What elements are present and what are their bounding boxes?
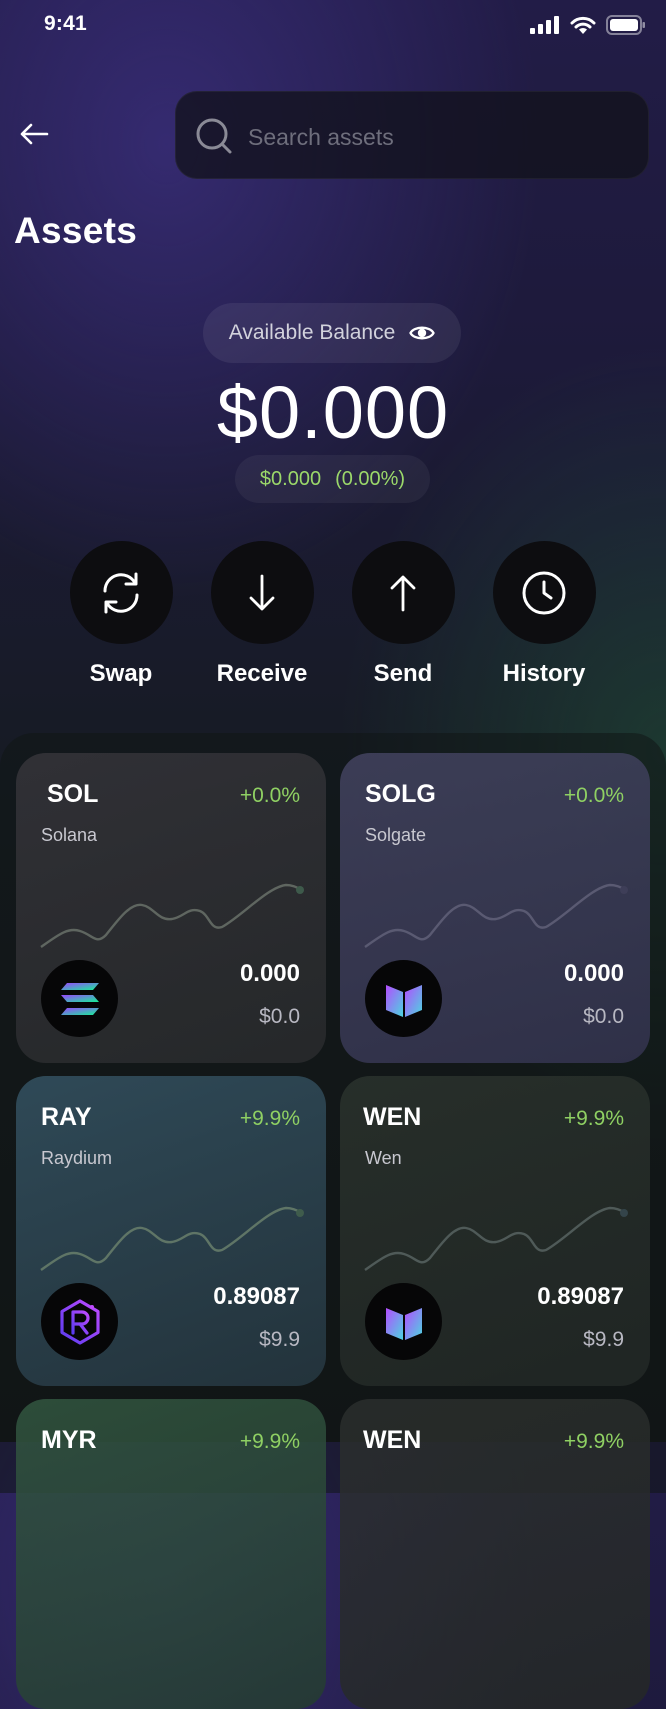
page-title: Assets <box>14 210 138 251</box>
asset-card-wen-2[interactable]: WEN +9.9% <box>340 1399 650 1709</box>
receive-circle[interactable] <box>210 541 314 644</box>
history-circle[interactable] <box>492 541 596 644</box>
asset-symbol: MYR <box>41 1426 97 1454</box>
asset-change: +0.0% <box>563 784 624 807</box>
search-input[interactable] <box>246 114 630 160</box>
asset-name: Solana <box>41 825 98 845</box>
asset-card-solg[interactable]: SOLG +0.0% Solgate 0.000 $0.0 <box>340 753 650 1063</box>
arrow-up-icon <box>390 575 416 611</box>
clock-icon <box>522 571 566 614</box>
solgate-logo-icon <box>365 960 442 1037</box>
asset-card-sol[interactable]: SOL +0.0% Solana 0.000 $0.0 <box>16 753 326 1063</box>
balance-label: Available Balance <box>228 321 396 344</box>
asset-card-myr[interactable]: MYR +9.9% <box>16 1399 326 1709</box>
asset-change: +0.0% <box>239 784 300 807</box>
balance-change-percent: (0.00%) <box>335 467 406 490</box>
send-label: Send <box>373 660 433 687</box>
asset-sparkline <box>364 1206 628 1271</box>
asset-amount: 0.000 <box>239 960 300 987</box>
status-time: 9:41 <box>44 12 87 35</box>
asset-change: +9.9% <box>563 1430 624 1453</box>
asset-name: Solgate <box>365 825 427 845</box>
balance-change-pill: $0.000 (0.00%) <box>235 455 430 503</box>
asset-amount: 0.89087 <box>537 1283 624 1310</box>
swap-icon <box>103 572 139 613</box>
available-balance-pill[interactable]: Available Balance <box>203 303 461 363</box>
arrow-left-icon <box>20 123 49 145</box>
asset-card-wen[interactable]: WEN +9.9% Wen 0.89087 $9.9 <box>340 1076 650 1386</box>
asset-change: +9.9% <box>239 1107 300 1130</box>
wifi-icon <box>570 16 596 34</box>
asset-symbol: WEN <box>363 1103 422 1131</box>
asset-amount: 0.000 <box>563 960 624 987</box>
asset-change: +9.9% <box>563 1107 624 1130</box>
asset-card-ray[interactable]: RAY +9.9% Raydium 0.89087 $9.9 <box>16 1076 326 1386</box>
signal-icon <box>530 16 559 34</box>
search-bar[interactable] <box>175 91 649 179</box>
history-label: History <box>502 660 586 687</box>
asset-amount: 0.89087 <box>213 1283 300 1310</box>
solana-logo-icon <box>41 960 118 1037</box>
status-bar: 9:41 <box>0 0 666 52</box>
asset-usd-value: $9.9 <box>583 1328 624 1351</box>
asset-sparkline <box>40 883 304 948</box>
asset-symbol: SOL <box>47 780 99 808</box>
send-button[interactable]: Send <box>351 541 455 688</box>
swap-circle[interactable] <box>69 541 173 644</box>
battery-icon <box>606 15 645 35</box>
balance-amount: $0.000 <box>216 371 450 454</box>
asset-usd-value: $0.0 <box>259 1005 300 1028</box>
balance-change-value: $0.000 <box>259 467 322 490</box>
arrow-down-icon <box>249 574 275 610</box>
asset-change: +9.9% <box>239 1430 300 1453</box>
send-circle[interactable] <box>351 541 455 644</box>
back-button[interactable] <box>14 114 54 154</box>
receive-label: Receive <box>216 660 308 687</box>
asset-symbol: RAY <box>41 1103 92 1131</box>
search-icon <box>196 118 232 154</box>
receive-button[interactable]: Receive <box>210 541 314 688</box>
history-button[interactable]: History <box>492 541 596 688</box>
wen-logo-icon <box>365 1283 442 1360</box>
asset-name: Raydium <box>41 1148 113 1168</box>
asset-name: Wen <box>365 1148 402 1168</box>
asset-symbol: WEN <box>363 1426 422 1454</box>
asset-usd-value: $0.0 <box>583 1005 624 1028</box>
eye-icon[interactable] <box>409 323 435 343</box>
asset-sparkline <box>40 1206 304 1271</box>
swap-label: Swap <box>89 660 153 687</box>
asset-usd-value: $9.9 <box>259 1328 300 1351</box>
status-icons <box>530 15 646 35</box>
raydium-logo-icon <box>41 1283 118 1360</box>
swap-button[interactable]: Swap <box>69 541 173 688</box>
asset-symbol: SOLG <box>365 780 436 808</box>
asset-sparkline <box>364 883 628 948</box>
